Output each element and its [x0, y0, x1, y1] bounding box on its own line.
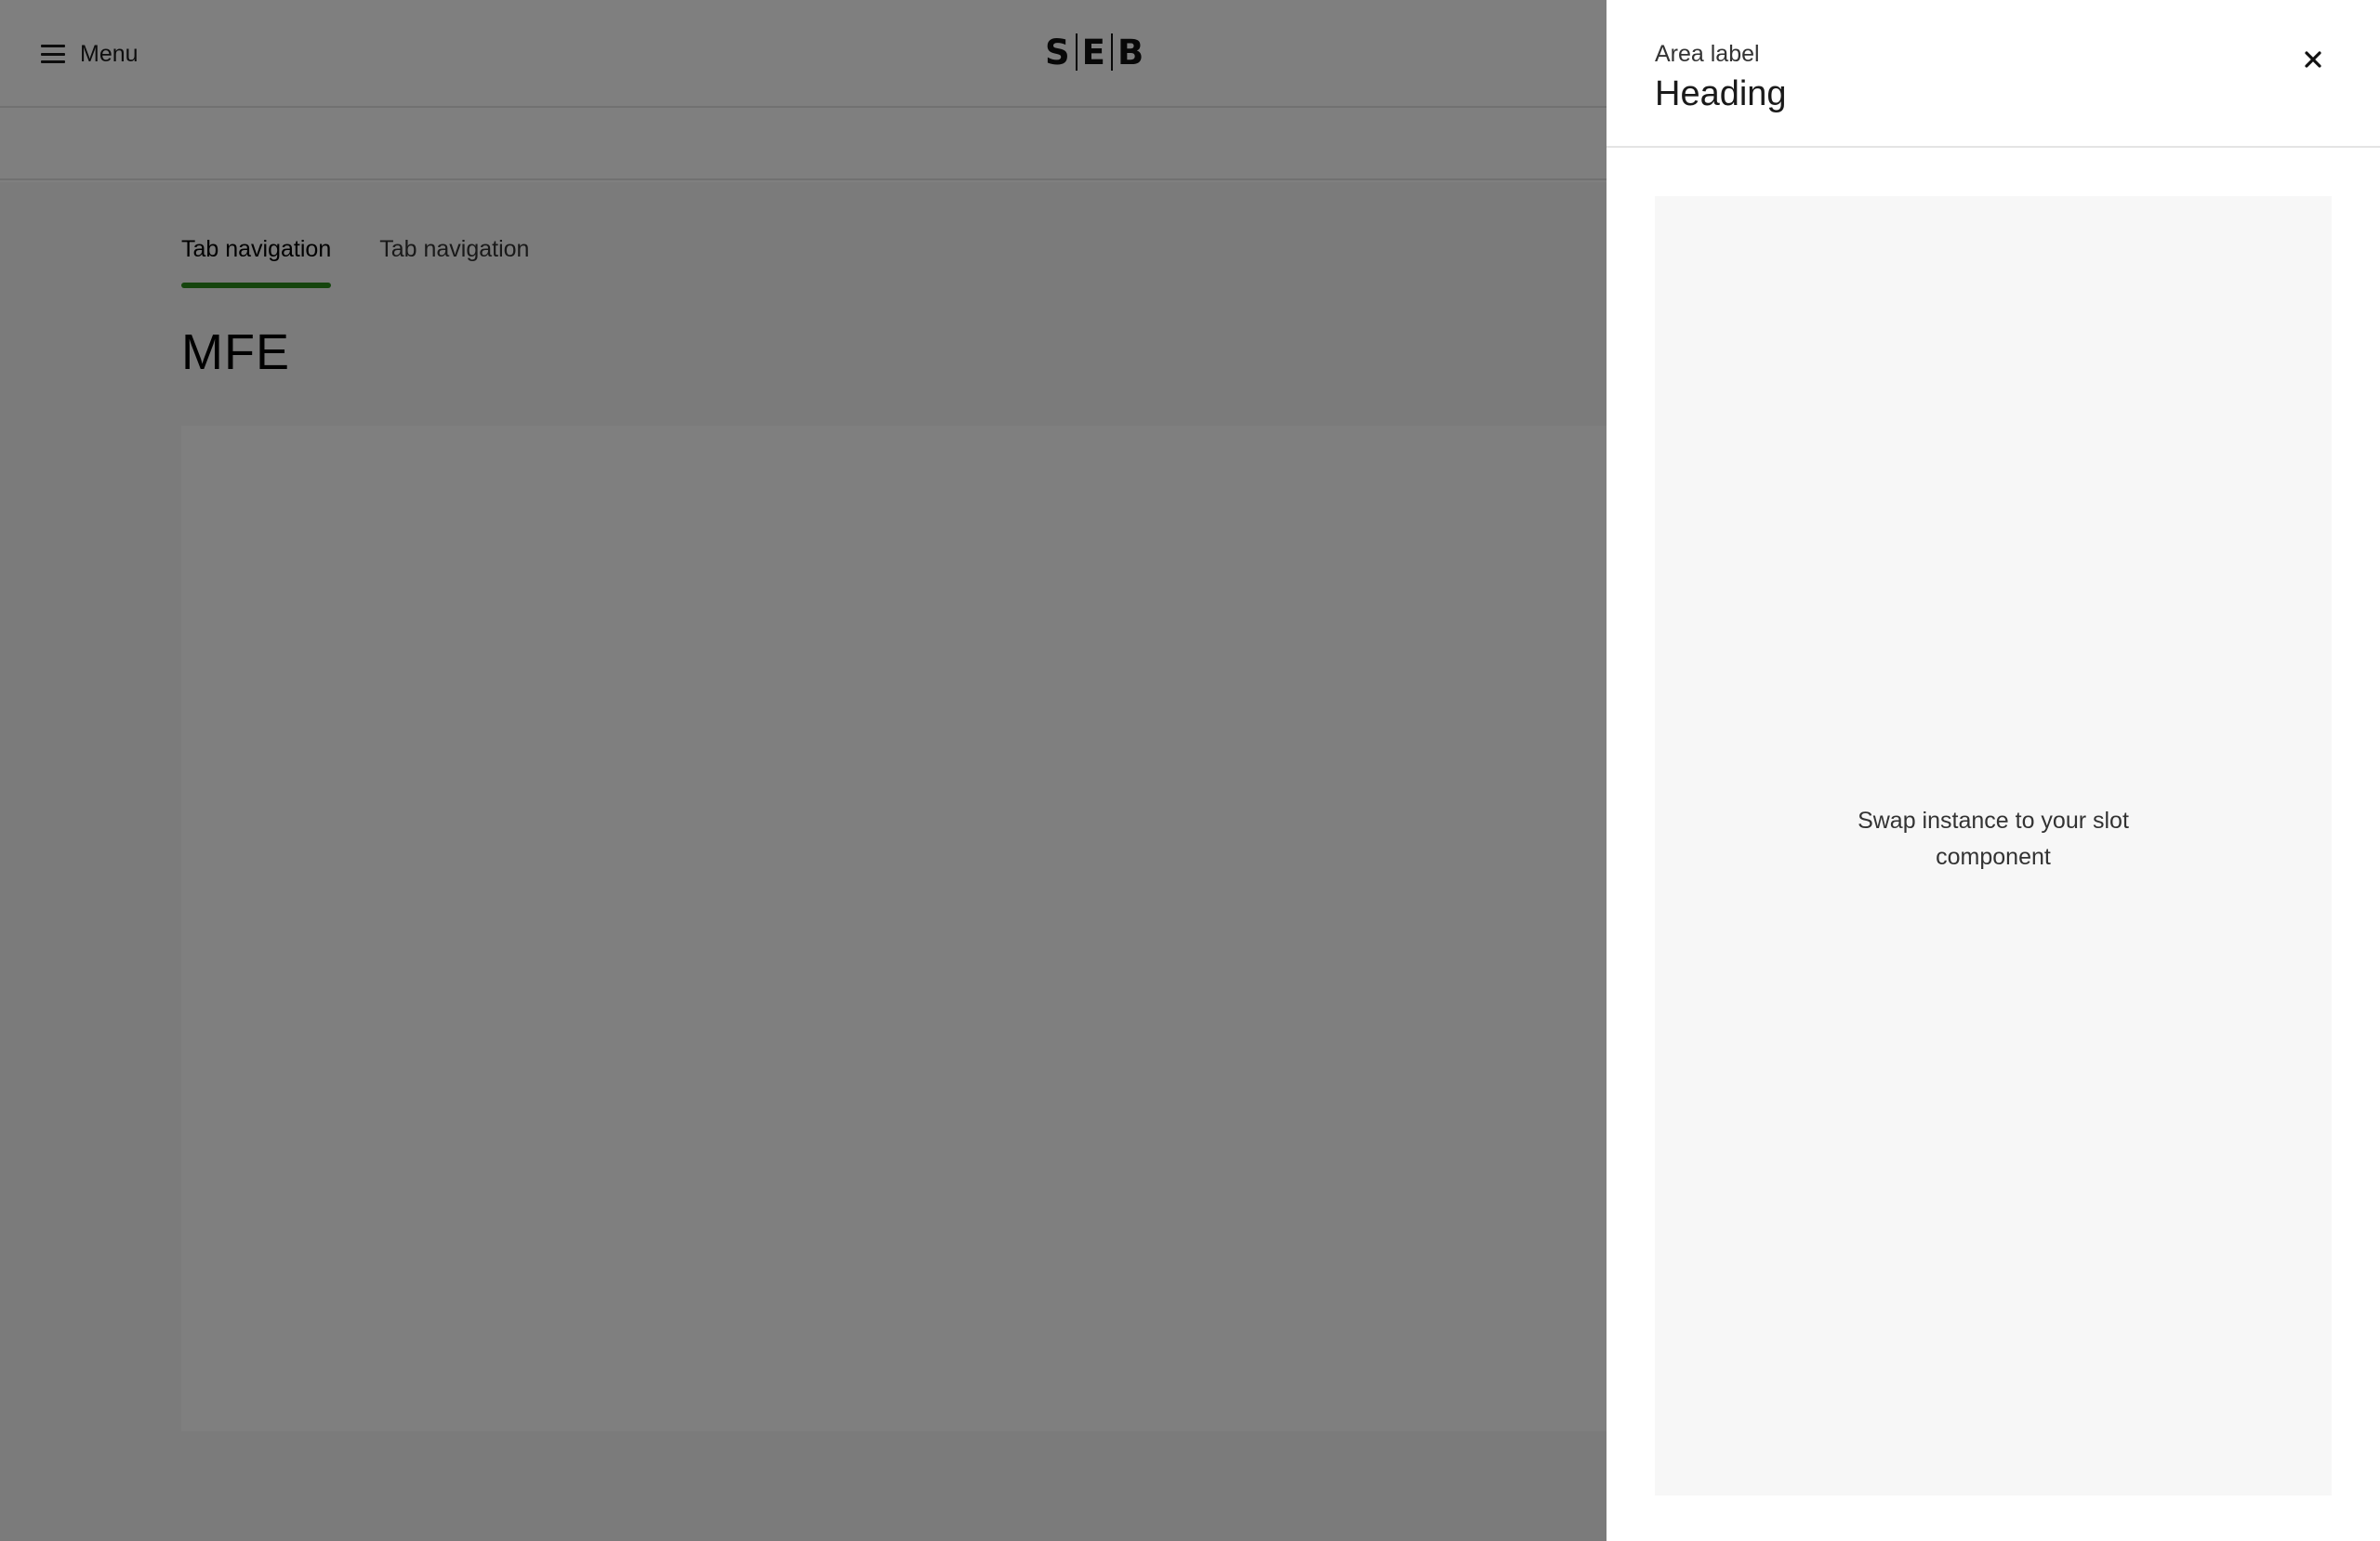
- close-icon: [2305, 51, 2321, 68]
- close-button[interactable]: [2294, 41, 2332, 78]
- drawer-heading: Heading: [1655, 74, 1787, 113]
- drawer-header: Area label Heading: [1606, 0, 2380, 148]
- side-drawer: Area label Heading Swap instance to your…: [1606, 0, 2380, 1541]
- slot-placeholder-text: Swap instance to your slot component: [1858, 808, 2129, 870]
- slot-placeholder: Swap instance to your slot component: [1655, 196, 2332, 1495]
- drawer-area-label: Area label: [1655, 41, 1760, 67]
